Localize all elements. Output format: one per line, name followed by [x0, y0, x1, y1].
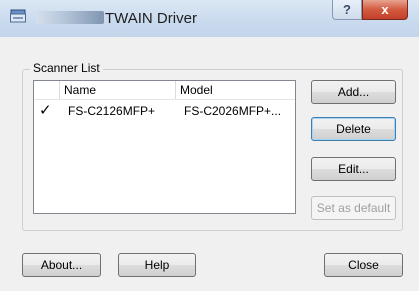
column-header-check[interactable]: [34, 81, 60, 99]
list-item[interactable]: ✓ FS-C2126MFP+ FS-C2026MFP+...: [34, 102, 295, 120]
about-button[interactable]: About...: [22, 253, 101, 277]
scanner-app-icon: [10, 9, 26, 23]
close-title-button[interactable]: x: [362, 0, 408, 20]
scanner-name-cell: FS-C2126MFP+: [68, 104, 156, 118]
help-button[interactable]: Help: [118, 253, 196, 277]
title-bar[interactable]: TWAIN Driver ? x: [0, 0, 419, 37]
help-title-button[interactable]: ?: [332, 0, 362, 20]
set-as-default-button[interactable]: Set as default: [311, 196, 396, 220]
window-title: TWAIN Driver: [105, 10, 197, 27]
scanner-list-label: Scanner List: [30, 61, 103, 75]
column-header-name[interactable]: Name: [60, 81, 176, 99]
scanner-list-view[interactable]: Name Model ✓ FS-C2126MFP+ FS-C2026MFP+..…: [33, 80, 296, 214]
list-header: Name Model: [34, 81, 295, 100]
delete-button[interactable]: Delete: [311, 117, 396, 141]
redacted-title-prefix: [36, 11, 104, 24]
checkmark-icon: ✓: [39, 102, 52, 119]
column-header-model[interactable]: Model: [176, 81, 296, 99]
close-button[interactable]: Close: [324, 253, 403, 277]
edit-button[interactable]: Edit...: [311, 157, 396, 181]
add-button[interactable]: Add...: [311, 80, 396, 104]
scanner-model-cell: FS-C2026MFP+...: [184, 104, 282, 118]
twain-driver-dialog: TWAIN Driver ? x Scanner List Name Model…: [0, 0, 419, 291]
